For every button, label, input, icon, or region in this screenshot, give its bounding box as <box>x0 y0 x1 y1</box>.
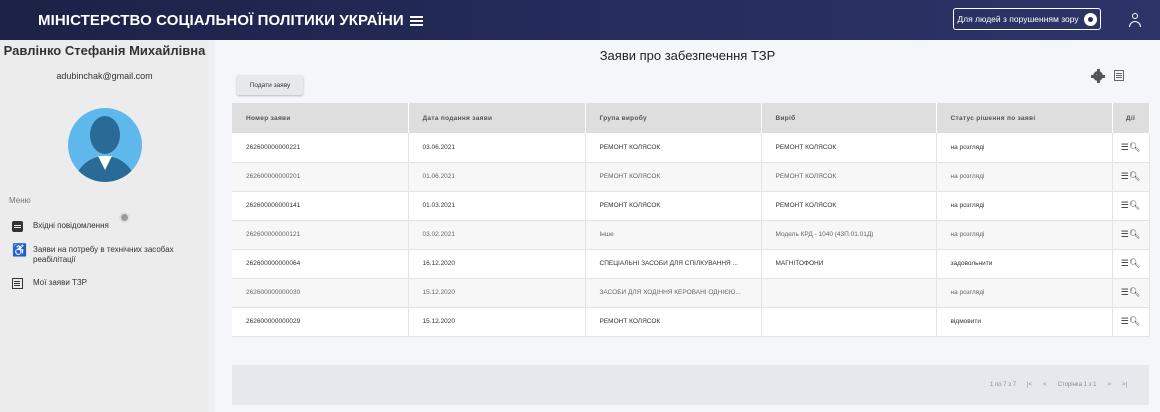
sidebar-item-applications-need[interactable]: ♿ Заяви на потребу в технічних засобах р… <box>12 243 202 265</box>
view-details-icon[interactable]: ☰🔍︎ <box>1121 171 1141 181</box>
pagination-range: 1 по 7 з 7 <box>989 382 1016 388</box>
cell-product: РЕМОНТ КОЛЯСОК <box>761 133 937 163</box>
gear-icon[interactable] <box>1091 69 1105 83</box>
cell-product: РЕМОНТ КОЛЯСОК <box>761 191 937 221</box>
view-details-icon[interactable]: ☰🔍︎ <box>1121 142 1141 152</box>
table-row[interactable]: 262600000000221 03.06.2021 РЕМОНТ КОЛЯСО… <box>232 133 1150 163</box>
page-indicator: Сторінка 1 з 1 <box>1057 382 1097 388</box>
menu-heading: Меню <box>9 196 31 205</box>
table-header-row: Номер заяви Дата подання заяви Група вир… <box>232 103 1150 133</box>
sidebar-item-label: Вхідні повідомлення <box>33 221 109 230</box>
cell-status: на розгляді <box>936 220 1113 250</box>
cell-date: 01.03.2021 <box>408 191 586 221</box>
avatar <box>68 108 142 182</box>
column-header[interactable]: Виріб <box>761 103 937 133</box>
last-page-button[interactable]: >| <box>1122 382 1127 388</box>
table-row[interactable]: 262600000000141 01.03.2021 РЕМОНТ КОЛЯСО… <box>232 191 1150 221</box>
cell-status: на розгляді <box>936 133 1113 163</box>
accessibility-button-label: Для людей з порушенням зору <box>957 14 1079 24</box>
message-icon <box>12 221 23 232</box>
cell-status: задовольнити <box>936 249 1113 279</box>
wheelchair-icon: ♿ <box>12 243 27 257</box>
ministry-title: МІНІСТЕРСТВО СОЦІАЛЬНОЇ ПОЛІТИКИ УКРАЇНИ <box>38 11 404 29</box>
cell-product <box>761 307 937 337</box>
cell-actions: ☰🔍︎ <box>1112 249 1150 279</box>
cell-group: РЕМОНТ КОЛЯСОК <box>585 162 762 192</box>
notification-badge <box>119 212 130 223</box>
cell-group: РЕМОНТ КОЛЯСОК <box>585 133 762 163</box>
cell-group: Інше <box>585 220 762 250</box>
view-details-icon[interactable]: ☰🔍︎ <box>1121 258 1141 268</box>
table-row[interactable]: 262600000000064 16.12.2020 СПЕЦІАЛЬНІ ЗА… <box>232 249 1150 279</box>
sidebar: Равлінко Стефанія Михайлівна adubinchak@… <box>0 40 209 412</box>
cell-actions: ☰🔍︎ <box>1112 278 1150 308</box>
cell-actions: ☰🔍︎ <box>1112 220 1150 250</box>
cell-group: РЕМОНТ КОЛЯСОК <box>585 307 762 337</box>
column-header[interactable]: Номер заяви <box>232 103 409 133</box>
cell-number: 262600000000030 <box>232 278 409 308</box>
cell-group: СПЕЦІАЛЬНІ ЗАСОБИ ДЛЯ СПІЛКУВАННЯ ... <box>585 249 762 279</box>
cell-date: 15.12.2020 <box>408 278 586 308</box>
cell-number: 262600000000029 <box>232 307 409 337</box>
applications-table: Номер заяви Дата подання заяви Група вир… <box>232 103 1150 337</box>
cell-status: на розгляді <box>936 162 1113 192</box>
sidebar-item-label: Мої заяви ТЗР <box>33 278 88 287</box>
columns-icon[interactable] <box>1114 70 1124 81</box>
cell-date: 01.06.2021 <box>408 162 586 192</box>
cell-group: РЕМОНТ КОЛЯСОК <box>585 191 762 221</box>
cell-date: 15.12.2020 <box>408 307 586 337</box>
prev-page-button[interactable]: < <box>1043 382 1047 388</box>
table-row[interactable]: 262600000000029 15.12.2020 РЕМОНТ КОЛЯСО… <box>232 307 1150 337</box>
sidebar-item-my-applications[interactable]: Мої заяви ТЗР <box>12 278 87 289</box>
cell-product: Модель КРД - 1040 (43П.01.01Д) <box>761 220 937 250</box>
submit-application-button[interactable]: Подати заяву <box>237 75 303 95</box>
view-details-icon[interactable]: ☰🔍︎ <box>1121 287 1141 297</box>
cell-actions: ☰🔍︎ <box>1112 307 1150 337</box>
cell-date: 16.12.2020 <box>408 249 586 279</box>
view-details-icon[interactable]: ☰🔍︎ <box>1121 200 1141 210</box>
document-icon <box>12 278 23 289</box>
cell-product: РЕМОНТ КОЛЯСОК <box>761 162 937 192</box>
cell-group: ЗАСОБИ ДЛЯ ХОДІННЯ КЕРОВАНІ ОДНІЄЮ... <box>585 278 762 308</box>
cell-date: 03.06.2021 <box>408 133 586 163</box>
top-header: МІНІСТЕРСТВО СОЦІАЛЬНОЇ ПОЛІТИКИ УКРАЇНИ… <box>0 0 1160 40</box>
cell-number: 262600000000221 <box>232 133 409 163</box>
column-header: Дії <box>1112 103 1150 133</box>
page-title: Заяви про забезпечення ТЗР <box>599 48 776 63</box>
user-account-icon[interactable] <box>1128 13 1142 27</box>
cell-number: 262600000000201 <box>232 162 409 192</box>
sidebar-item-label: Заяви на потребу в технічних засобах реа… <box>33 245 174 264</box>
accessibility-button[interactable]: Для людей з порушенням зору <box>953 8 1101 30</box>
cell-status: відмовити <box>936 307 1113 337</box>
column-header[interactable]: Група виробу <box>585 103 762 133</box>
user-name: Равлінко Стефанія Михайлівна <box>3 43 206 58</box>
table-row[interactable]: 262600000000201 01.06.2021 РЕМОНТ КОЛЯСО… <box>232 162 1150 192</box>
cell-number: 262600000000064 <box>232 249 409 279</box>
cell-actions: ☰🔍︎ <box>1112 162 1150 192</box>
table-row[interactable]: 262600000000030 15.12.2020 ЗАСОБИ ДЛЯ ХО… <box>232 278 1150 308</box>
user-email: adubinchak@gmail.com <box>56 71 153 81</box>
first-page-button[interactable]: |< <box>1027 382 1032 388</box>
eye-icon <box>1083 12 1097 26</box>
cell-status: на розгляді <box>936 191 1113 221</box>
cell-product <box>761 278 937 308</box>
table-row[interactable]: 262600000000121 03.02.2021 Інше Модель К… <box>232 220 1150 250</box>
column-header[interactable]: Дата подання заяви <box>408 103 586 133</box>
cell-actions: ☰🔍︎ <box>1112 191 1150 221</box>
next-page-button[interactable]: > <box>1107 382 1111 388</box>
cell-actions: ☰🔍︎ <box>1112 133 1150 163</box>
sidebar-item-incoming-messages[interactable]: Вхідні повідомлення <box>12 221 109 232</box>
view-details-icon[interactable]: ☰🔍︎ <box>1121 316 1141 326</box>
view-details-icon[interactable]: ☰🔍︎ <box>1121 229 1141 239</box>
pagination-bar: 1 по 7 з 7 |< < Сторінка 1 з 1 > >| <box>232 365 1149 405</box>
cell-number: 262600000000121 <box>232 220 409 250</box>
cell-number: 262600000000141 <box>232 191 409 221</box>
cell-product: МАГНІТОФОНИ <box>761 249 937 279</box>
hamburger-menu-icon[interactable] <box>409 16 423 26</box>
cell-status: на розгляді <box>936 278 1113 308</box>
main-content: Заяви про забезпечення ТЗР Подати заяву … <box>215 40 1160 412</box>
cell-date: 03.02.2021 <box>408 220 586 250</box>
column-header[interactable]: Статус рішення по заяві <box>936 103 1113 133</box>
